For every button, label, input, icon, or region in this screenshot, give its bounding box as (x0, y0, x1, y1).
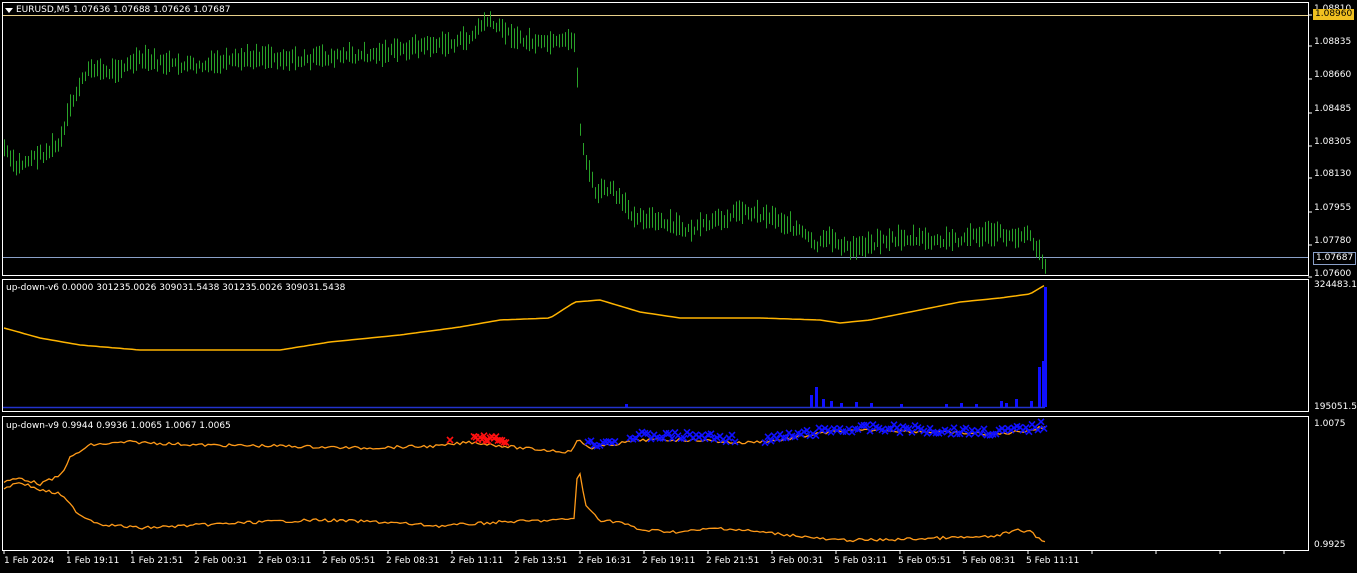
indicator1-pane-frame (2, 279, 1309, 412)
indicator1-histogram-bar (840, 403, 843, 407)
time-axis-label: 1 Feb 2024 (4, 556, 55, 566)
price-axis-label: 1.07600 (1314, 269, 1352, 279)
indicator1-histogram-bar (1038, 367, 1041, 407)
indicator2-blue-cross (950, 424, 958, 432)
indicator1-histogram-bar (975, 404, 978, 407)
time-axis-label: 5 Feb 11:11 (1026, 556, 1080, 566)
collapse-triangle-icon[interactable] (5, 8, 13, 13)
price-axis-label: 1.08485 (1314, 104, 1352, 114)
bid-price-tag: 1.07687 (1313, 252, 1357, 265)
indicator1-histogram-bar (1000, 401, 1003, 407)
indicator1-header: up-down-v6 0.0000 301235.0026 309031.543… (6, 283, 346, 293)
price-axis-label: 1.08130 (1314, 169, 1352, 179)
time-axis-label: 2 Feb 13:51 (514, 556, 568, 566)
time-axis-label: 2 Feb 05:51 (322, 556, 376, 566)
indicator1-histogram-bar (870, 403, 873, 407)
indicator1-histogram-bar (1015, 399, 1018, 407)
price-axis-label: 1.08305 (1314, 137, 1352, 147)
indicator1-histogram-bar (625, 404, 628, 407)
indicator1-histogram-bar (815, 387, 818, 407)
time-axis-label: 2 Feb 11:11 (450, 556, 504, 566)
indicator2-axis-top: 1.0075 (1314, 419, 1346, 429)
indicator1-histogram-bar (1005, 403, 1008, 407)
indicator1-histogram-bar (960, 403, 963, 407)
indicator1-line (3, 284, 1045, 351)
time-axis-label: 1 Feb 19:11 (66, 556, 120, 566)
time-axis-label: 2 Feb 16:31 (578, 556, 632, 566)
top-price-tag: 1.08960 (1313, 9, 1355, 20)
time-axis-label: 2 Feb 08:31 (386, 556, 440, 566)
indicator2-header: up-down-v9 0.9944 0.9936 1.0065 1.0067 1… (6, 421, 231, 431)
indicator1-histogram-bar (855, 402, 858, 407)
indicator1-histogram-bar (822, 399, 825, 407)
indicator2-red-cross (446, 436, 454, 444)
indicator1-axis-top: 324483.12 (1314, 280, 1357, 290)
indicator2-axis-bottom: 0.9925 (1314, 540, 1346, 550)
time-axis-label: 5 Feb 08:31 (962, 556, 1016, 566)
main-pane-frame (2, 2, 1309, 276)
time-axis-label: 3 Feb 00:31 (770, 556, 824, 566)
indicator2-blue-cross (728, 431, 736, 439)
indicator1-histogram-bar (945, 404, 948, 407)
indicator1-axis-bottom: 195051.57 (1314, 402, 1357, 412)
price-axis-label: 1.07955 (1314, 203, 1352, 213)
time-axis-label: 5 Feb 05:51 (898, 556, 952, 566)
indicator2-upper-line (3, 425, 1046, 487)
time-axis-label: 2 Feb 21:51 (706, 556, 760, 566)
time-axis-label: 2 Feb 03:11 (258, 556, 312, 566)
indicator1-histogram-bar (900, 404, 903, 407)
indicator2-blue-cross (731, 438, 739, 446)
indicator1-histogram-bar (830, 401, 833, 407)
indicator1-histogram-bar (810, 395, 813, 407)
symbol-header: EURUSD,M5 1.07636 1.07688 1.07626 1.0768… (16, 5, 231, 15)
time-axis-label: 2 Feb 19:11 (642, 556, 696, 566)
time-axis-label: 5 Feb 03:11 (834, 556, 888, 566)
time-axis-label: 1 Feb 21:51 (130, 556, 184, 566)
price-axis-label: 1.08660 (1314, 70, 1352, 80)
time-axis-label: 2 Feb 00:31 (194, 556, 248, 566)
indicator1-histogram-bar (1044, 287, 1047, 407)
price-axis-label: 1.08835 (1314, 37, 1352, 47)
price-axis-label: 1.07780 (1314, 236, 1352, 246)
indicator2-lower-line (3, 472, 1046, 543)
indicator1-histogram-bar (1030, 401, 1033, 407)
indicator2-blue-cross (1037, 418, 1045, 426)
chart-window[interactable]: EURUSD,M5 1.07636 1.07688 1.07626 1.0768… (0, 0, 1357, 573)
